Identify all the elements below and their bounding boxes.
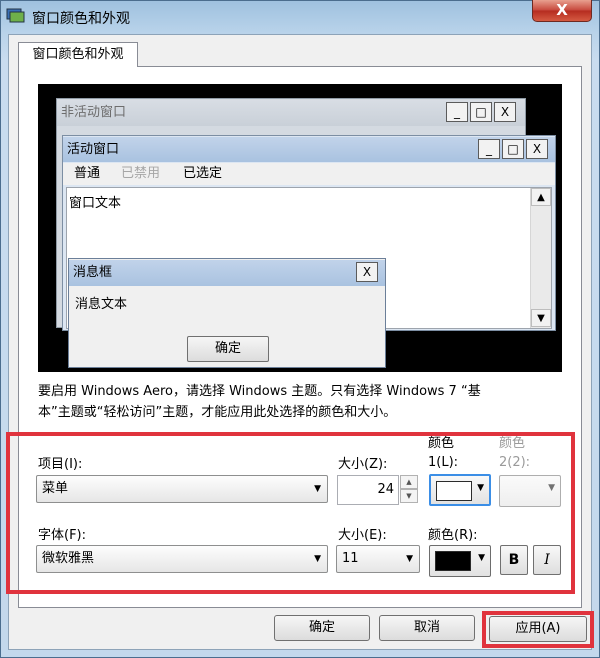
color2-label: 颜色 2(2):	[499, 434, 530, 472]
size-z-field[interactable]: 24	[337, 475, 399, 505]
bold-button[interactable]: B	[500, 545, 528, 575]
item-select[interactable]: 菜单 ▼	[36, 475, 328, 503]
color2-label-a: 颜色	[499, 436, 526, 451]
size-z-label: 大小(Z):	[338, 457, 388, 472]
menu-selected: 已选定	[183, 166, 223, 181]
description-line-1: 要启用 Windows Aero，请选择 Windows 主题。只有选择 Win…	[38, 384, 481, 399]
color1-label: 颜色 1(L):	[428, 434, 458, 472]
font-color-swatch	[435, 551, 471, 571]
color2-picker: ▼	[499, 475, 561, 507]
tab-window-color-appearance[interactable]: 窗口颜色和外观	[18, 42, 138, 67]
window-text: 窗口文本	[69, 196, 122, 211]
chevron-down-icon: ▼	[314, 554, 321, 564]
preview-menubar: 普通 已禁用 已选定	[63, 163, 555, 185]
window-close-button[interactable]: X	[532, 0, 592, 22]
item-select-value: 菜单	[42, 481, 69, 496]
chevron-down-icon: ▼	[477, 483, 484, 493]
message-text: 消息文本	[75, 297, 128, 312]
font-size-value: 11	[342, 551, 359, 566]
menu-normal: 普通	[74, 166, 101, 181]
display-settings-icon	[6, 8, 25, 23]
preview-scrollbar: ▲ ▼	[530, 188, 551, 328]
color1-picker[interactable]: ▼	[429, 474, 491, 506]
cancel-button[interactable]: 取消	[379, 615, 475, 641]
size-e-label: 大小(E):	[338, 528, 387, 543]
font-label: 字体(F):	[38, 528, 87, 543]
ok-button[interactable]: 确定	[274, 615, 370, 641]
maximize-icon: □	[470, 102, 492, 122]
spin-up-icon[interactable]: ▲	[400, 475, 418, 489]
apply-button[interactable]: 应用(A)	[489, 616, 587, 642]
item-label: 项目(I):	[38, 457, 83, 472]
close-icon: X	[356, 262, 378, 282]
menu-disabled: 已禁用	[121, 166, 161, 181]
inactive-window-title-text: 非活动窗口	[61, 105, 127, 120]
minimize-icon: _	[446, 102, 468, 122]
font-color-picker[interactable]: ▼	[429, 545, 491, 577]
active-window-title-text: 活动窗口	[67, 142, 120, 157]
color-r-label: 颜色(R):	[428, 528, 478, 543]
chevron-down-icon: ▼	[478, 553, 485, 563]
font-select-value: 微软雅黑	[42, 551, 95, 566]
preview-ok-button: 确定	[187, 336, 269, 362]
font-select[interactable]: 微软雅黑 ▼	[36, 545, 328, 573]
message-box-title: 消息框	[69, 260, 385, 286]
color2-label-b: 2(2):	[499, 455, 531, 470]
close-icon: X	[526, 139, 548, 159]
scroll-down-icon: ▼	[531, 309, 551, 327]
italic-button[interactable]: I	[533, 545, 561, 575]
message-box-title-text: 消息框	[73, 265, 113, 280]
minimize-icon: _	[478, 139, 500, 159]
color1-swatch	[436, 481, 472, 501]
color1-label-b: 1(L):	[428, 455, 459, 470]
size-z-spinner[interactable]: ▲ ▼	[400, 475, 418, 505]
chevron-down-icon: ▼	[406, 554, 413, 564]
font-size-select[interactable]: 11 ▼	[336, 545, 420, 573]
close-icon: X	[494, 102, 516, 122]
color1-label-a: 颜色	[428, 436, 455, 451]
scroll-up-icon: ▲	[531, 188, 551, 206]
chevron-down-icon: ▼	[548, 483, 555, 493]
maximize-icon: □	[502, 139, 524, 159]
aero-description: 要启用 Windows Aero，请选择 Windows 主题。只有选择 Win…	[38, 381, 568, 423]
chevron-down-icon: ▼	[314, 484, 321, 494]
window-title: 窗口颜色和外观	[32, 11, 130, 27]
description-line-2: 本”主题或“轻松访问”主题，才能应用此处选择的颜色和大小。	[38, 405, 397, 420]
spin-down-icon[interactable]: ▼	[400, 489, 418, 503]
